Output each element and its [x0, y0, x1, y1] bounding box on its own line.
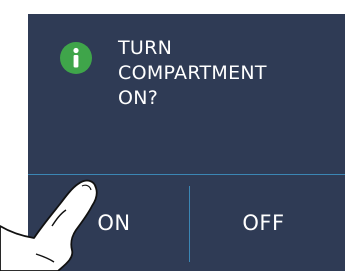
- prompt-line-3: ON?: [118, 87, 159, 109]
- prompt-text: TURN COMPARTMENT ON?: [118, 36, 328, 111]
- on-button[interactable]: ON: [28, 175, 188, 271]
- off-button[interactable]: OFF: [190, 175, 345, 271]
- info-icon: [60, 42, 92, 74]
- compartment-dialog: TURN COMPARTMENT ON? ON OFF: [28, 14, 345, 271]
- prompt-line-1: TURN: [118, 37, 173, 59]
- prompt-line-2: COMPARTMENT: [118, 62, 267, 84]
